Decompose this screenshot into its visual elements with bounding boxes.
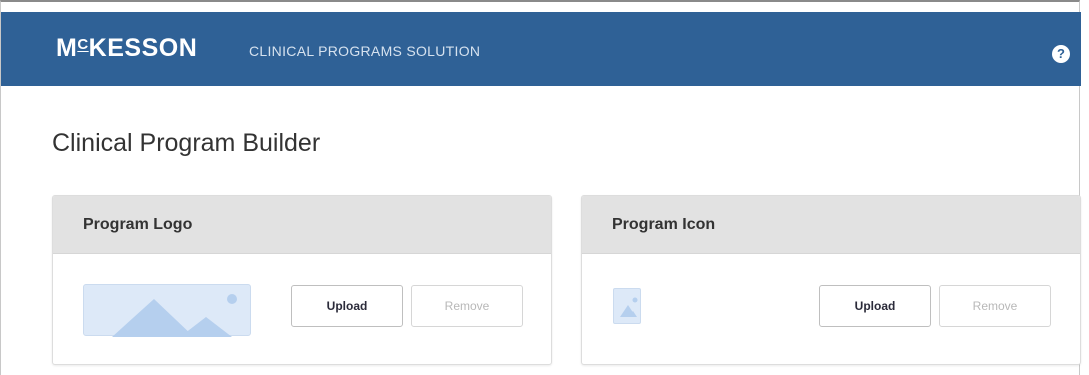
- card-title: Program Icon: [582, 196, 1080, 254]
- card-body: Upload Remove: [53, 254, 551, 364]
- question-mark-icon[interactable]: ?: [1052, 45, 1070, 63]
- app-header: MCKESSON CLINICAL PROGRAMS SOLUTION ?: [1, 12, 1081, 86]
- page-title: Clinical Program Builder: [52, 129, 321, 157]
- brand-subtitle: CLINICAL PROGRAMS SOLUTION: [249, 43, 481, 59]
- program-icon-card: Program Icon Upload Remove: [581, 195, 1081, 365]
- brand-logo: MCKESSON: [56, 34, 198, 62]
- image-placeholder-icon: [613, 288, 641, 324]
- remove-logo-button[interactable]: Remove: [411, 285, 523, 327]
- upload-logo-button[interactable]: Upload: [291, 285, 403, 327]
- card-title: Program Logo: [53, 196, 551, 254]
- upload-icon-button[interactable]: Upload: [819, 285, 931, 327]
- app-frame: MCKESSON CLINICAL PROGRAMS SOLUTION ? Cl…: [0, 0, 1081, 375]
- image-placeholder-icon: [83, 284, 251, 337]
- program-logo-card: Program Logo Upload Remove: [52, 195, 552, 365]
- remove-icon-button[interactable]: Remove: [939, 285, 1051, 327]
- card-body: Upload Remove: [582, 254, 1080, 364]
